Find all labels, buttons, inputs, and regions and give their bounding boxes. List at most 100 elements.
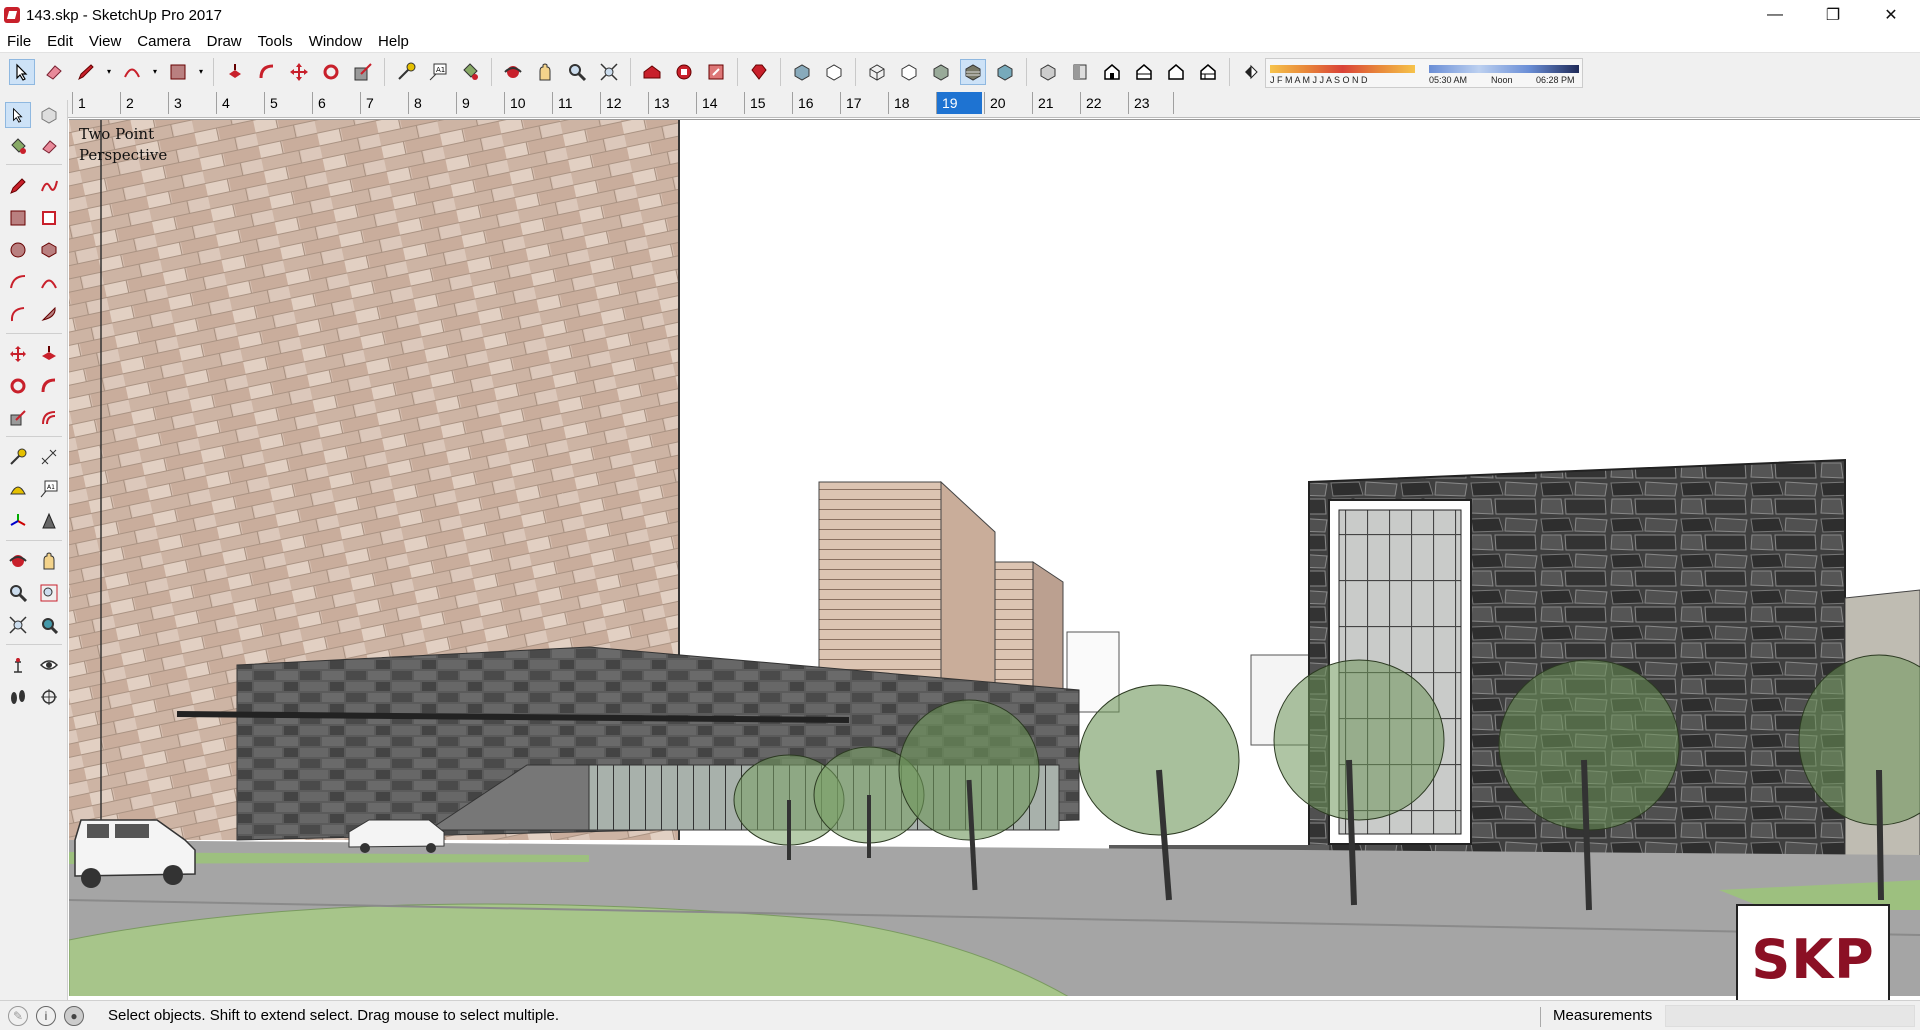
- zoom-icon[interactable]: [564, 59, 590, 85]
- rectangle-icon[interactable]: [165, 59, 191, 85]
- rotated-rectangle-icon[interactable]: [36, 205, 62, 231]
- iso-view-icon[interactable]: [1035, 59, 1061, 85]
- paint-bucket-icon[interactable]: [457, 59, 483, 85]
- dropdown-arrow-icon[interactable]: ▾: [105, 59, 113, 85]
- push-pull-icon[interactable]: [36, 341, 62, 367]
- ruby-icon[interactable]: [746, 59, 772, 85]
- follow-me-icon[interactable]: [36, 373, 62, 399]
- scale-icon[interactable]: [5, 405, 31, 431]
- warehouse-icon[interactable]: [639, 59, 665, 85]
- section-plane-icon[interactable]: [36, 684, 62, 710]
- two-point-arc-icon[interactable]: [36, 269, 62, 295]
- 3d-text-icon[interactable]: [36, 508, 62, 534]
- three-point-arc-icon[interactable]: [5, 301, 31, 327]
- scene-tab-8[interactable]: 8: [408, 92, 454, 114]
- move-icon[interactable]: [5, 341, 31, 367]
- protractor-icon[interactable]: [5, 476, 31, 502]
- hidden-line-icon[interactable]: [896, 59, 922, 85]
- walk-icon[interactable]: [5, 684, 31, 710]
- dropdown-arrow-icon[interactable]: ▾: [151, 59, 159, 85]
- minimize-button[interactable]: —: [1746, 0, 1804, 30]
- previous-view-icon[interactable]: [36, 612, 62, 638]
- dropdown-arrow-icon[interactable]: ▾: [197, 59, 205, 85]
- pan-icon[interactable]: [532, 59, 558, 85]
- share-model-icon[interactable]: [703, 59, 729, 85]
- zoom-extents-icon[interactable]: [596, 59, 622, 85]
- scene-tab-19[interactable]: 19: [936, 92, 982, 114]
- shaded-icon[interactable]: [928, 59, 954, 85]
- axes-icon[interactable]: [5, 508, 31, 534]
- pan-icon[interactable]: [36, 548, 62, 574]
- right-view-icon[interactable]: [1131, 59, 1157, 85]
- top-view-icon[interactable]: [1067, 59, 1093, 85]
- rectangle-icon[interactable]: [5, 205, 31, 231]
- freehand-icon[interactable]: [36, 173, 62, 199]
- scene-tab-2[interactable]: 2: [120, 92, 166, 114]
- paint-bucket-icon[interactable]: [5, 133, 31, 159]
- geo-location-icon[interactable]: ✎: [8, 1005, 28, 1026]
- push-pull-icon[interactable]: [222, 59, 248, 85]
- zoom-window-icon[interactable]: [36, 580, 62, 606]
- scene-tab-3[interactable]: 3: [168, 92, 214, 114]
- scene-render[interactable]: [69, 120, 1920, 996]
- eraser-icon[interactable]: [41, 59, 67, 85]
- scene-tab-15[interactable]: 15: [744, 92, 790, 114]
- zoom-icon[interactable]: [5, 580, 31, 606]
- scene-tab-1[interactable]: 1: [72, 92, 118, 114]
- pie-icon[interactable]: [36, 301, 62, 327]
- pencil-icon[interactable]: [73, 59, 99, 85]
- measurements-input[interactable]: [1665, 1005, 1915, 1027]
- scene-tab-13[interactable]: 13: [648, 92, 694, 114]
- position-camera-icon[interactable]: [5, 652, 31, 678]
- back-edges-icon[interactable]: [821, 59, 847, 85]
- menu-file[interactable]: File: [0, 33, 40, 50]
- orbit-icon[interactable]: [500, 59, 526, 85]
- menu-view[interactable]: View: [82, 33, 130, 50]
- menu-edit[interactable]: Edit: [40, 33, 82, 50]
- circle-icon[interactable]: [5, 237, 31, 263]
- scene-tab-10[interactable]: 10: [504, 92, 550, 114]
- info-icon[interactable]: i: [36, 1005, 56, 1026]
- eraser-icon[interactable]: [36, 133, 62, 159]
- arc-icon[interactable]: [5, 269, 31, 295]
- menu-window[interactable]: Window: [302, 33, 371, 50]
- scene-tab-9[interactable]: 9: [456, 92, 502, 114]
- text-icon[interactable]: A1: [36, 476, 62, 502]
- scene-tab-17[interactable]: 17: [840, 92, 886, 114]
- select-icon[interactable]: [9, 58, 35, 85]
- select-icon[interactable]: [5, 102, 31, 128]
- shaded-textures-icon[interactable]: [960, 58, 986, 85]
- offset-icon[interactable]: [36, 405, 62, 431]
- text-icon[interactable]: A1: [425, 59, 451, 85]
- scene-tab-23[interactable]: 23: [1128, 92, 1174, 114]
- monochrome-icon[interactable]: [992, 59, 1018, 85]
- follow-me-icon[interactable]: [254, 59, 280, 85]
- scene-tab-18[interactable]: 18: [888, 92, 934, 114]
- scene-tab-11[interactable]: 11: [552, 92, 598, 114]
- arc-icon[interactable]: [119, 59, 145, 85]
- tape-measure-icon[interactable]: [5, 444, 31, 470]
- user-account-icon[interactable]: ●: [64, 1005, 84, 1026]
- look-around-icon[interactable]: [36, 652, 62, 678]
- scene-tab-6[interactable]: 6: [312, 92, 358, 114]
- menu-draw[interactable]: Draw: [200, 33, 251, 50]
- modeling-viewport[interactable]: Two Point Perspective: [69, 119, 1920, 996]
- dimension-icon[interactable]: [36, 444, 62, 470]
- component-icon[interactable]: [36, 102, 62, 128]
- scale-icon[interactable]: [350, 59, 376, 85]
- move-icon[interactable]: [286, 59, 312, 85]
- orbit-icon[interactable]: [5, 548, 31, 574]
- scene-tab-14[interactable]: 14: [696, 92, 742, 114]
- wireframe-icon[interactable]: [864, 59, 890, 85]
- extension-warehouse-icon[interactable]: [671, 59, 697, 85]
- tape-measure-icon[interactable]: [393, 59, 419, 85]
- scene-tab-22[interactable]: 22: [1080, 92, 1126, 114]
- back-view-icon[interactable]: [1163, 59, 1189, 85]
- close-button[interactable]: ✕: [1862, 0, 1920, 30]
- scene-tab-12[interactable]: 12: [600, 92, 646, 114]
- rotate-icon[interactable]: [5, 373, 31, 399]
- scene-tab-5[interactable]: 5: [264, 92, 310, 114]
- left-view-icon[interactable]: [1195, 59, 1221, 85]
- scene-tab-7[interactable]: 7: [360, 92, 406, 114]
- front-view-icon[interactable]: [1099, 59, 1125, 85]
